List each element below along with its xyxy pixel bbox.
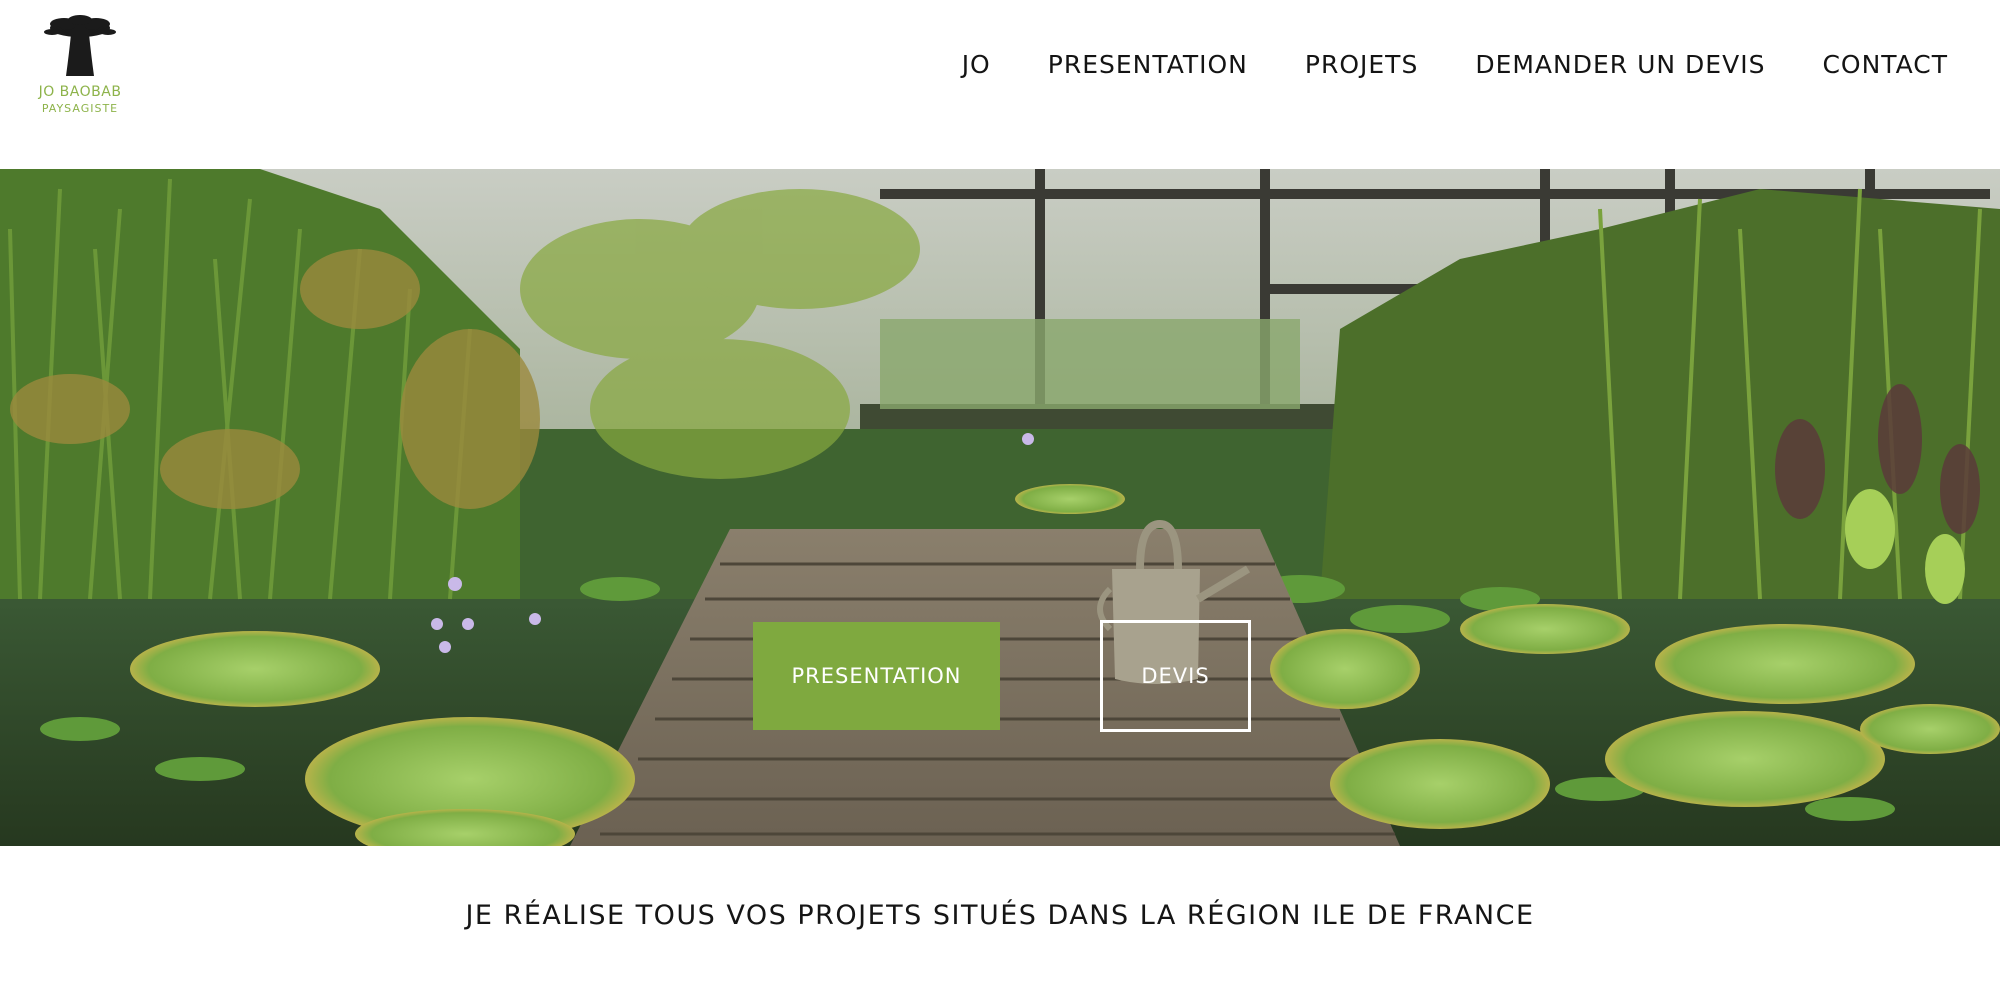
site-logo[interactable]: JO BAOBAB PAYSAGISTE — [34, 14, 126, 118]
nav-item-contact[interactable]: CONTACT — [1822, 50, 1948, 79]
nav-item-jo[interactable]: JO — [962, 50, 991, 79]
greenhouse-pond-image — [0, 169, 2000, 846]
nav-item-projets[interactable]: PROJETS — [1305, 50, 1418, 79]
hero-banner: PRESENTATION DEVIS — [0, 169, 2000, 846]
tagline: JE RÉALISE TOUS VOS PROJETS SITUÉS DANS … — [465, 900, 1535, 931]
nav-item-presentation[interactable]: PRESENTATION — [1048, 50, 1248, 79]
logo-name: JO BAOBAB — [38, 84, 122, 100]
presentation-button[interactable]: PRESENTATION — [753, 622, 1000, 730]
main-nav: JO PRESENTATION PROJETS DEMANDER UN DEVI… — [962, 50, 1948, 79]
nav-item-devis[interactable]: DEMANDER UN DEVIS — [1475, 50, 1765, 79]
site-header: JO BAOBAB PAYSAGISTE JO PRESENTATION PRO… — [0, 0, 2000, 170]
baobab-tree-icon — [44, 15, 116, 76]
devis-button[interactable]: DEVIS — [1100, 620, 1251, 732]
logo-subtitle: PAYSAGISTE — [41, 102, 119, 115]
